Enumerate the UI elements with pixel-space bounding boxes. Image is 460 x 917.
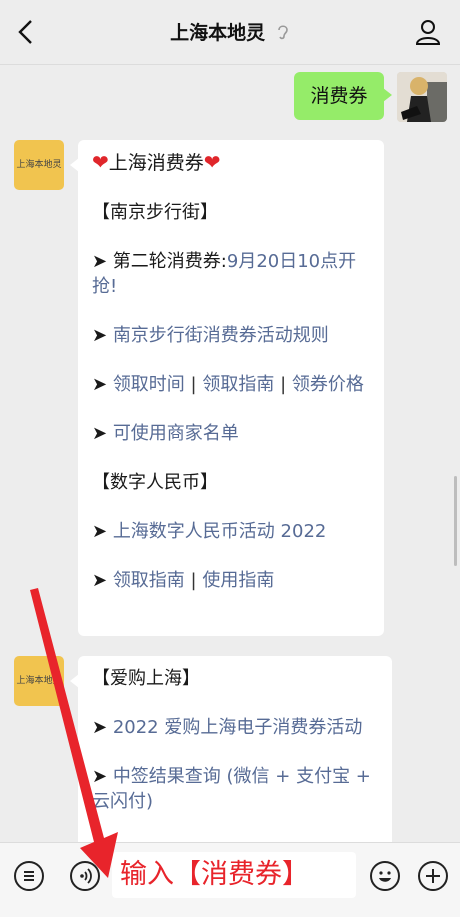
digital-line: ➤ 上海数字人民币活动 2022 bbox=[92, 521, 327, 542]
profile-icon[interactable] bbox=[414, 18, 442, 46]
menu-message-bubble: 【爱购上海】 ➤ 2022 爱购上海电子消费券活动 ➤ 中签结果查询 (微信 +… bbox=[70, 656, 392, 848]
chat-title: 上海本地灵 bbox=[0, 18, 460, 45]
message-title: ❤上海消费券❤ bbox=[92, 150, 221, 174]
section-heading: 【数字人民币】 bbox=[92, 472, 218, 493]
result-line: ➤ 中签结果查询 (微信 + 支付宝 + 云闪付) bbox=[92, 766, 371, 812]
scrollbar[interactable] bbox=[454, 476, 457, 566]
ear-icon bbox=[278, 25, 288, 40]
claim-guide2-link[interactable]: 领取指南 bbox=[113, 570, 185, 591]
guide-line: ➤ 领取指南 | 使用指南 bbox=[92, 570, 275, 591]
event-line: ➤ 2022 爱购上海电子消费券活动 bbox=[92, 717, 363, 738]
rules-line: ➤ 南京步行街消费券活动规则 bbox=[92, 325, 329, 346]
menu-list-icon[interactable] bbox=[14, 861, 44, 891]
section-heading: 【爱购上海】 bbox=[92, 668, 200, 689]
merchants-link[interactable]: 可使用商家名单 bbox=[113, 423, 239, 444]
menu-message-bubble: ❤上海消费券❤ 【南京步行街】 ➤ 第二轮消费券:9月20日10点开抢! ➤ 南… bbox=[70, 140, 384, 636]
use-guide-link[interactable]: 使用指南 bbox=[202, 570, 274, 591]
merchants-line: ➤ 可使用商家名单 bbox=[92, 423, 239, 444]
digital-event-link[interactable]: 上海数字人民币活动 2022 bbox=[113, 521, 327, 542]
chat-header: 上海本地灵 bbox=[0, 0, 460, 65]
claim-guide-link[interactable]: 领取指南 bbox=[202, 374, 274, 395]
bot-avatar[interactable]: 上海本地灵 bbox=[14, 656, 64, 706]
result-link[interactable]: 中签结果查询 (微信 + 支付宝 + 云闪付) bbox=[92, 766, 371, 812]
bot-avatar[interactable]: 上海本地灵 bbox=[14, 140, 64, 190]
add-icon[interactable] bbox=[418, 861, 448, 891]
event-link[interactable]: 2022 爱购上海电子消费券活动 bbox=[113, 717, 363, 738]
voice-icon[interactable] bbox=[70, 861, 100, 891]
sent-message-bubble[interactable]: 消费券 bbox=[294, 72, 392, 120]
user-photo-icon bbox=[397, 72, 447, 122]
coupon-price-link[interactable]: 领券价格 bbox=[292, 374, 364, 395]
claim-line: ➤ 领取时间 | 领取指南 | 领券价格 bbox=[92, 374, 364, 395]
message-input[interactable]: 输入【消费券】 bbox=[112, 852, 356, 898]
claim-time-link[interactable]: 领取时间 bbox=[113, 374, 185, 395]
heart-icon: ❤ bbox=[92, 150, 109, 174]
emoji-icon[interactable] bbox=[370, 861, 400, 891]
user-avatar[interactable] bbox=[397, 72, 447, 122]
section-heading: 【南京步行街】 bbox=[92, 202, 218, 223]
heart-icon: ❤ bbox=[203, 150, 221, 174]
round-line: ➤ 第二轮消费券:9月20日10点开抢! bbox=[92, 251, 357, 297]
rules-link[interactable]: 南京步行街消费券活动规则 bbox=[113, 325, 329, 346]
